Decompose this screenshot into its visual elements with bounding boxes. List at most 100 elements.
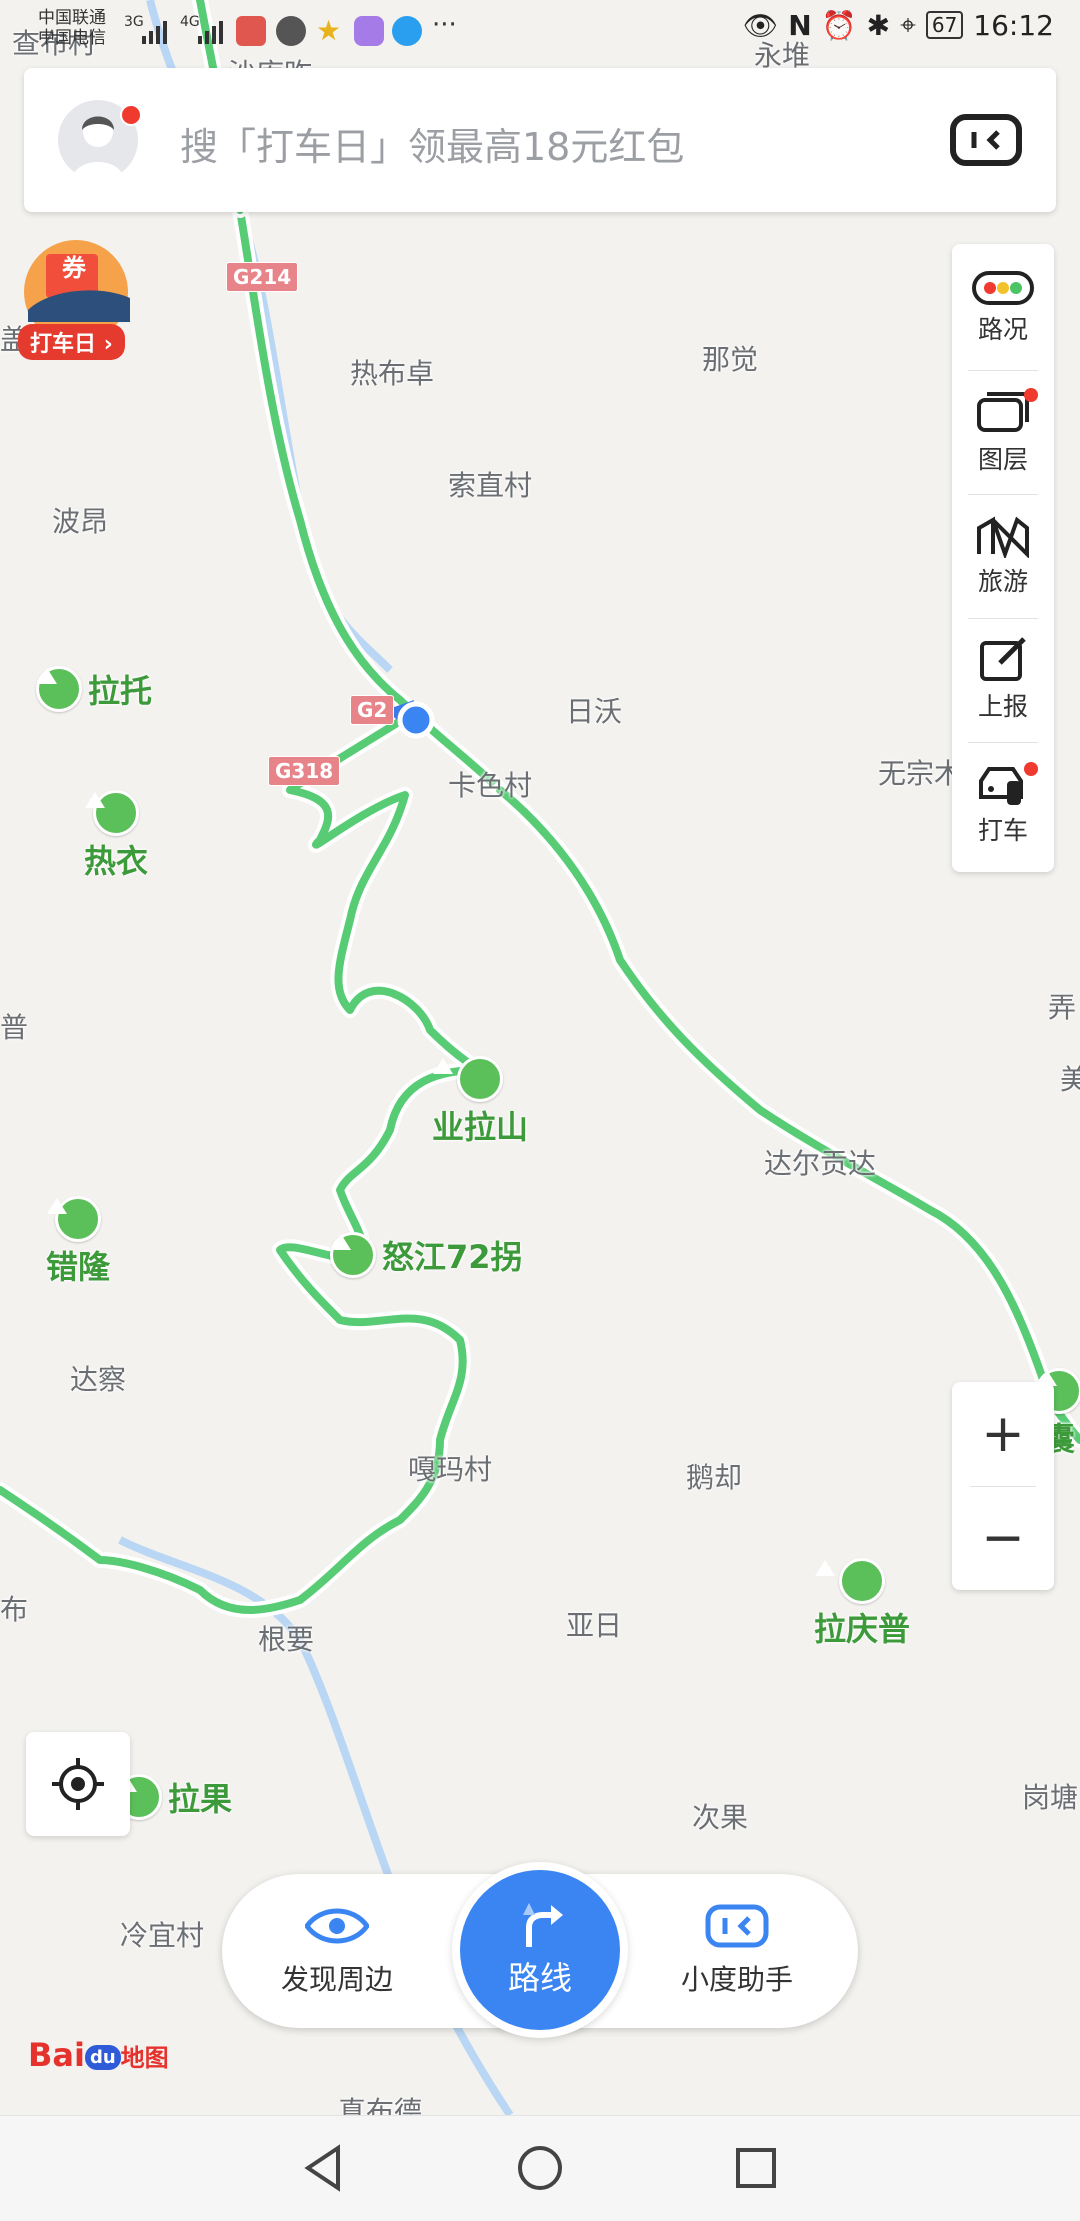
- crosshair-icon: [52, 1758, 104, 1810]
- signal-icon: [140, 20, 170, 48]
- place-label[interactable]: 次果: [692, 1796, 748, 1836]
- poi-label: 热衣: [84, 842, 149, 880]
- mountain-icon: [815, 1558, 885, 1604]
- assistant-label: 小度助手: [680, 1963, 793, 1996]
- battery-icon: 67: [925, 11, 964, 39]
- mountain-icon: [47, 1196, 101, 1242]
- place-label[interactable]: 无宗木: [878, 752, 962, 792]
- place-label[interactable]: 日沃: [566, 690, 622, 730]
- poi-marker[interactable]: 怒江72拐: [330, 1232, 523, 1278]
- route-button[interactable]: 路线: [452, 1862, 628, 2038]
- place-label[interactable]: 波昂: [52, 500, 108, 540]
- search-box[interactable]: 搜「打车日」领最高18元红包: [24, 68, 1056, 212]
- toolbar-item-layers[interactable]: 图层: [952, 372, 1054, 492]
- eye-icon: [305, 1908, 369, 1944]
- system-nav-bar: [0, 2115, 1080, 2221]
- toolbar-label: 上报: [977, 692, 1028, 721]
- route-arrow-icon: [523, 1903, 563, 1947]
- poi-label: 错隆: [46, 1248, 111, 1286]
- app-notification-icon: [354, 16, 384, 46]
- place-label[interactable]: 达察: [70, 1358, 126, 1398]
- toolbar-item-taxi[interactable]: 打车: [952, 744, 1054, 864]
- place-label[interactable]: 真布德: [338, 2090, 422, 2115]
- place-label[interactable]: 弄: [1048, 986, 1076, 1026]
- place-label[interactable]: 根要: [258, 1618, 314, 1658]
- place-label[interactable]: 那觉: [702, 338, 758, 378]
- place-label[interactable]: 鹅却: [686, 1456, 742, 1496]
- carrier-info: 中国联通 中国电信: [38, 8, 106, 48]
- divider: [968, 370, 1038, 371]
- place-label[interactable]: 热布卓: [350, 352, 434, 392]
- home-icon[interactable]: [516, 2144, 564, 2192]
- place-label[interactable]: 亚日: [566, 1604, 622, 1644]
- river-line: [118, 1536, 514, 2115]
- zoom-out-button[interactable]: −: [952, 1486, 1054, 1590]
- forest-icon: [330, 1232, 376, 1278]
- route-button-inner: 路线: [460, 1870, 620, 2030]
- notification-dot: [1024, 762, 1038, 776]
- poi-marker[interactable]: 拉庆普: [814, 1558, 910, 1650]
- status-right: 👁 N ⏰ ✱ ⌖ 67 16:12: [743, 8, 1054, 42]
- discover-label: 发现周边: [280, 1963, 393, 1996]
- promo-label-text: 打车日: [30, 332, 97, 357]
- place-label[interactable]: 美: [1060, 1058, 1080, 1098]
- eye-comfort-icon: 👁: [742, 8, 779, 42]
- taxi-icon: [979, 767, 1023, 805]
- locate-me-button[interactable]: [26, 1732, 130, 1836]
- place-label[interactable]: 卡色村: [448, 764, 532, 804]
- recents-icon[interactable]: [732, 2144, 780, 2192]
- zoom-controls: + −: [952, 1382, 1054, 1590]
- carrier-name: 中国联通: [38, 8, 106, 28]
- layers-icon: [977, 392, 1029, 432]
- baidu-map-logo: Bai du 地图: [28, 2036, 169, 2074]
- coupon-badge: 券: [62, 254, 86, 282]
- route-label: 路线: [507, 1959, 572, 1997]
- place-label[interactable]: 冷宜村: [120, 1914, 204, 1954]
- toolbar-label: 旅游: [977, 567, 1028, 596]
- logo-text: du: [84, 2044, 121, 2070]
- place-label[interactable]: 索直村: [448, 464, 532, 504]
- toolbar-label: 打车: [977, 816, 1028, 845]
- taxi-day-promo[interactable]: 券 打车日 ›: [18, 240, 138, 360]
- toolbar-item-traffic[interactable]: 路况: [952, 248, 1054, 368]
- discover-nearby-button[interactable]: 发现周边: [252, 1874, 422, 2028]
- poi-marker[interactable]: 拉果: [116, 1774, 232, 1820]
- xiaodu-assistant-button[interactable]: 小度助手: [642, 1874, 832, 2028]
- xiaodu-assistant-icon: [705, 1904, 769, 1948]
- bluetooth-icon: ✱: [866, 8, 891, 42]
- place-label[interactable]: 嘎玛村: [408, 1448, 492, 1488]
- toolbar-label: 路况: [977, 315, 1028, 344]
- map-canvas[interactable]: G214 G2 G318 查布村 沙库昨 永堆 热布卓 那觉 索直村 波昂 日沃…: [0, 0, 1080, 2115]
- mountain-icon: [36, 666, 82, 712]
- search-input[interactable]: 搜「打车日」领最高18元红包: [180, 116, 684, 171]
- place-label[interactable]: 岗塘: [1022, 1776, 1078, 1816]
- xiaodu-assistant-icon[interactable]: [950, 114, 1022, 166]
- travel-icon: [977, 516, 1029, 558]
- current-location-marker: [397, 701, 435, 739]
- signal-icon: [196, 20, 226, 48]
- toolbar-label: 图层: [977, 445, 1028, 474]
- place-label[interactable]: 达尔贡达: [764, 1142, 876, 1182]
- poi-marker[interactable]: 拉托: [36, 666, 152, 712]
- promo-label: 打车日 ›: [18, 324, 125, 360]
- poi-label: 业拉山: [432, 1108, 529, 1146]
- toolbar-item-travel[interactable]: 旅游: [952, 496, 1054, 616]
- traffic-light-icon: [972, 271, 1034, 305]
- toolbar-item-report[interactable]: 上报: [952, 620, 1054, 740]
- back-icon[interactable]: [300, 2144, 348, 2192]
- zoom-in-button[interactable]: +: [952, 1382, 1054, 1486]
- divider: [968, 494, 1038, 495]
- road-shield: G214: [226, 262, 299, 292]
- forest-icon: [433, 1056, 503, 1102]
- place-label[interactable]: 布: [0, 1588, 28, 1628]
- status-bar: 中国联通 中国电信 3G 4G ★ ··· 👁 N ⏰ ✱ ⌖ 67 16:12: [0, 0, 1080, 60]
- route-g318-east: [496, 786, 1080, 1444]
- alarm-icon: ⏰: [821, 8, 857, 42]
- mountain-icon: [85, 790, 139, 836]
- logo-text: 地图: [120, 2044, 169, 2072]
- poi-marker[interactable]: 错隆: [46, 1196, 110, 1288]
- divider: [968, 742, 1038, 743]
- poi-marker[interactable]: 热衣: [84, 790, 148, 882]
- poi-marker[interactable]: 业拉山: [432, 1056, 528, 1148]
- place-label[interactable]: 普: [0, 1006, 28, 1046]
